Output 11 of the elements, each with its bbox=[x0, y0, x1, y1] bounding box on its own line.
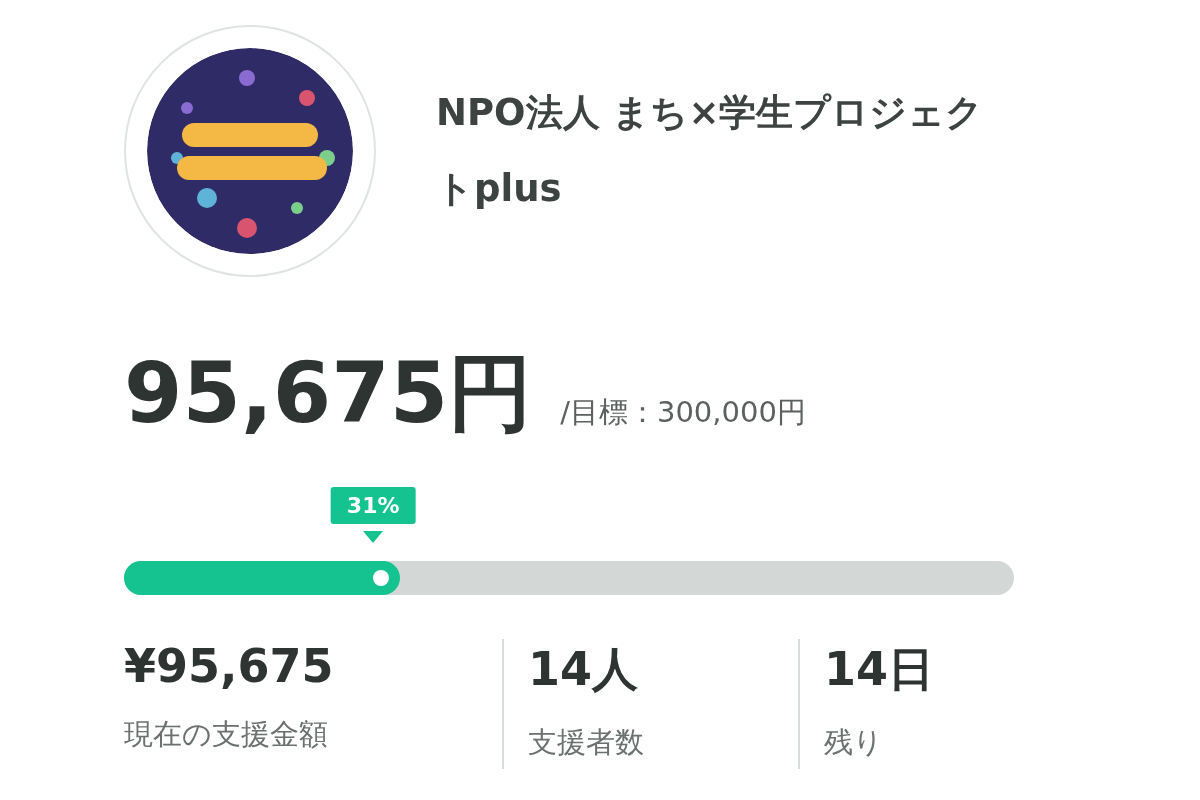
stat-value: 14日 bbox=[824, 641, 935, 698]
goal-amount: /目標：300,000円 bbox=[560, 394, 806, 431]
stat-label: 現在の支援金額 bbox=[124, 716, 329, 753]
stat-label: 支援者数 bbox=[528, 724, 645, 761]
tooltip-pointer bbox=[363, 531, 384, 543]
stat-value: ¥95,675 bbox=[124, 639, 335, 693]
organization-name: NPO法人 まち×学生プロジェクトplus bbox=[436, 90, 985, 212]
stat-label: 残り bbox=[824, 724, 884, 761]
stat-value: 14人 bbox=[528, 641, 639, 698]
percent-tooltip: 31% bbox=[330, 487, 416, 524]
funded-amount: 95,675円 bbox=[124, 343, 533, 444]
